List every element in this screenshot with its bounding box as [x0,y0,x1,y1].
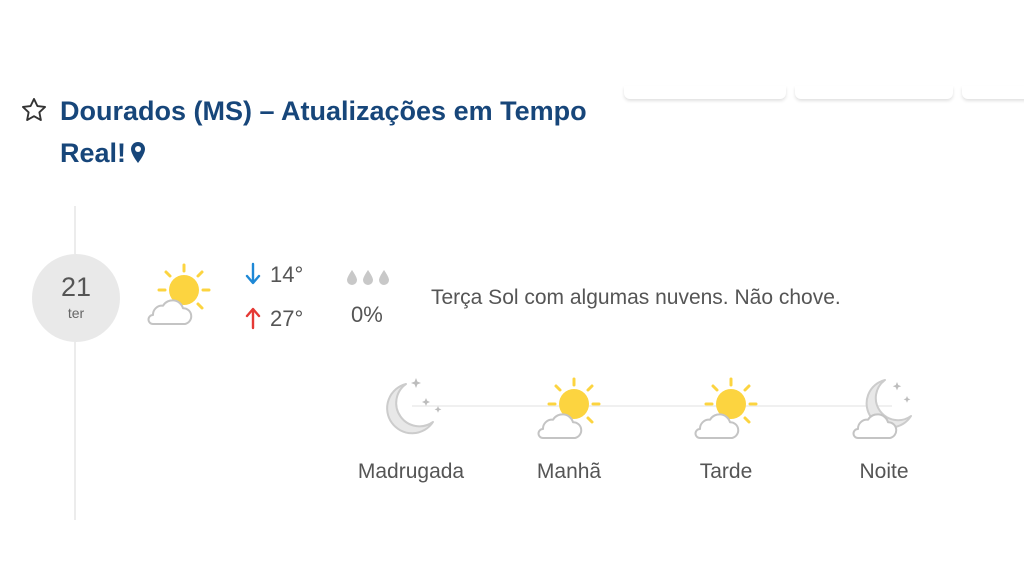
period-madrugada: Madrugada [341,370,481,484]
page-title: Dourados (MS) – Atualizações em Tempo Re… [60,90,630,174]
sun-with-cloud-icon [694,377,758,439]
period-manha: Manhã [499,370,639,484]
period-label: Tarde [699,460,753,483]
top-tab[interactable] [624,86,786,99]
raindrops-icon [347,270,389,285]
arrow-up-icon [245,307,261,330]
top-tab[interactable] [962,86,1024,99]
temp-max: 27° [244,306,303,332]
location-pin-icon[interactable] [130,141,146,165]
top-tab[interactable] [795,86,953,99]
moon-stars-cloud-icon [852,379,912,439]
temp-min: 14° [244,262,303,288]
period-tarde: Tarde [656,370,796,484]
star-icon[interactable] [20,96,48,124]
sun-with-cloud-icon [537,377,601,439]
moon-stars-icon [386,378,442,435]
period-label: Manhã [536,460,602,483]
period-noite: Noite [814,370,954,484]
date-badge: 21 ter [32,254,120,342]
forecast-description: Terça Sol com algumas nuvens. Não chove. [431,286,841,309]
arrow-down-icon [245,262,261,285]
day-number: 21 [60,272,92,302]
temp-min-value: 14° [270,262,304,287]
rain-chance: 0% [351,302,383,327]
period-label: Madrugada [357,460,465,483]
period-label: Noite [859,460,909,483]
temp-max-value: 27° [270,306,304,331]
sun-with-cloud-icon [147,263,211,325]
weekday: ter [67,305,85,321]
